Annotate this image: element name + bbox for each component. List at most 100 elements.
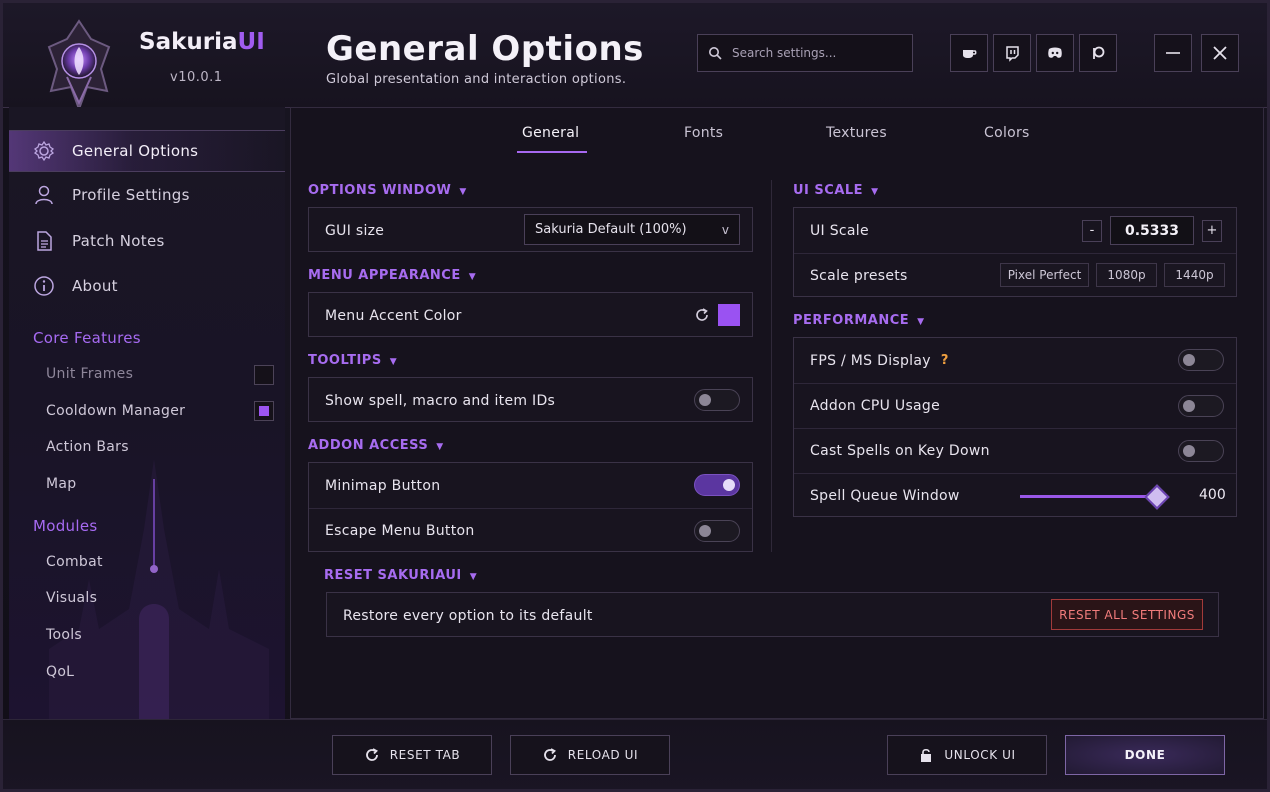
menu-accent-label: Menu Accent Color bbox=[325, 307, 462, 324]
options-window-panel: GUI size Sakuria Default (100%) v bbox=[308, 207, 753, 252]
sidebar-item-label: About bbox=[72, 277, 118, 295]
ui-scale-value[interactable]: 0.5333 bbox=[1110, 216, 1194, 245]
reset-all-settings-button[interactable]: RESET ALL SETTINGS bbox=[1051, 599, 1203, 630]
ui-scale-panel: UI Scale - 0.5333 + Scale presets Pixel … bbox=[793, 207, 1237, 297]
twitch-button[interactable] bbox=[993, 34, 1031, 72]
menu-appearance-header[interactable]: MENU APPEARANCE ▼ bbox=[308, 268, 476, 283]
reload-ui-button[interactable]: RELOAD UI bbox=[510, 735, 670, 775]
gui-size-select[interactable]: Sakuria Default (100%) v bbox=[524, 214, 740, 245]
scale-presets-row: Scale presets Pixel Perfect 1080p 1440p bbox=[794, 253, 1236, 298]
reset-color-icon[interactable] bbox=[694, 307, 710, 323]
done-button[interactable]: DONE bbox=[1065, 735, 1225, 775]
fps-display-row: FPS / MS Display ? bbox=[794, 338, 1236, 383]
spell-queue-slider-thumb[interactable] bbox=[1144, 484, 1171, 510]
reset-label: Restore every option to its default bbox=[343, 607, 593, 624]
coffee-button[interactable] bbox=[950, 34, 988, 72]
reset-header[interactable]: RESET SAKURIAUI ▼ bbox=[324, 568, 477, 583]
accent-color-swatch[interactable] bbox=[718, 304, 740, 326]
tab-textures[interactable]: Textures bbox=[826, 125, 887, 141]
ui-scale-increase-button[interactable]: + bbox=[1202, 219, 1222, 242]
unlock-ui-button[interactable]: UNLOCK UI bbox=[887, 735, 1047, 775]
sidebar-item-combat[interactable]: Combat bbox=[46, 554, 103, 570]
preset-1080p-button[interactable]: 1080p bbox=[1096, 263, 1157, 287]
search-icon bbox=[709, 47, 722, 60]
document-icon bbox=[33, 230, 55, 252]
done-label: DONE bbox=[1124, 748, 1166, 762]
unit-frames-checkbox[interactable] bbox=[254, 365, 274, 385]
help-icon[interactable]: ? bbox=[941, 353, 949, 368]
tab-fonts[interactable]: Fonts bbox=[684, 125, 723, 141]
ui-scale-header[interactable]: UI SCALE ▼ bbox=[793, 183, 878, 198]
sakuria-logo bbox=[47, 19, 111, 112]
key-down-row: Cast Spells on Key Down bbox=[794, 428, 1236, 473]
chevron-down-icon: ▼ bbox=[389, 357, 398, 367]
sidebar-item-cooldown-manager[interactable]: Cooldown Manager bbox=[46, 403, 185, 419]
reset-tab-label: RESET TAB bbox=[389, 748, 461, 762]
options-window-header[interactable]: OPTIONS WINDOW ▼ bbox=[308, 183, 467, 198]
page-title: General Options bbox=[326, 29, 644, 69]
performance-header[interactable]: PERFORMANCE ▼ bbox=[793, 313, 925, 328]
escape-menu-row: Escape Menu Button bbox=[309, 508, 752, 553]
refresh-icon bbox=[365, 748, 378, 761]
core-features-title: Core Features bbox=[33, 329, 141, 347]
search-input[interactable] bbox=[730, 45, 904, 61]
refresh-icon bbox=[543, 748, 556, 761]
escape-menu-toggle[interactable] bbox=[694, 520, 740, 542]
addon-access-header[interactable]: ADDON ACCESS ▼ bbox=[308, 438, 444, 453]
discord-icon bbox=[1048, 47, 1062, 58]
gui-size-label: GUI size bbox=[325, 222, 385, 239]
reload-ui-label: RELOAD UI bbox=[567, 748, 639, 762]
header-bar: SakuriaUI v10.0.1 General Options Global… bbox=[3, 3, 1267, 112]
discord-button[interactable] bbox=[1036, 34, 1074, 72]
app-version: v10.0.1 bbox=[170, 70, 223, 85]
sidebar-item-action-bars[interactable]: Action Bars bbox=[46, 439, 129, 455]
show-ids-label: Show spell, macro and item IDs bbox=[325, 392, 556, 409]
info-icon bbox=[33, 275, 55, 297]
tab-general[interactable]: General bbox=[522, 125, 579, 141]
lock-icon bbox=[921, 748, 932, 762]
ui-scale-label: UI Scale bbox=[810, 222, 869, 239]
cpu-usage-toggle[interactable] bbox=[1178, 395, 1224, 417]
tooltips-header[interactable]: TOOLTIPS ▼ bbox=[308, 353, 397, 368]
active-tab-indicator bbox=[517, 151, 587, 153]
sidebar-item-qol[interactable]: QoL bbox=[46, 664, 74, 680]
cpu-usage-label: Addon CPU Usage bbox=[810, 398, 941, 414]
minimize-button[interactable] bbox=[1154, 34, 1192, 72]
sidebar-item-label: Profile Settings bbox=[72, 186, 190, 204]
menu-appearance-panel: Menu Accent Color bbox=[308, 292, 753, 337]
sidebar-item-profile-settings[interactable]: Profile Settings bbox=[9, 175, 285, 215]
sidebar-item-general-options[interactable]: General Options bbox=[9, 130, 285, 172]
sidebar-item-about[interactable]: About bbox=[9, 266, 285, 306]
dropdown-arrow: v bbox=[721, 222, 729, 237]
sidebar-item-patch-notes[interactable]: Patch Notes bbox=[9, 221, 285, 261]
minimap-row: Minimap Button bbox=[309, 463, 752, 508]
sidebar-item-visuals[interactable]: Visuals bbox=[46, 590, 97, 606]
fps-display-toggle[interactable] bbox=[1178, 349, 1224, 371]
sidebar-item-tools[interactable]: Tools bbox=[46, 627, 82, 643]
show-ids-toggle[interactable] bbox=[694, 389, 740, 411]
sidebar-item-unit-frames[interactable]: Unit Frames bbox=[46, 366, 133, 382]
spell-queue-slider-fill bbox=[1020, 495, 1156, 498]
main-panel: General Fonts Textures Colors OPTIONS WI… bbox=[290, 107, 1264, 719]
ui-scale-decrease-button[interactable]: - bbox=[1082, 219, 1102, 242]
preset-pixel-perfect-button[interactable]: Pixel Perfect bbox=[1000, 263, 1089, 287]
performance-panel: FPS / MS Display ? Addon CPU Usage Cast … bbox=[793, 337, 1237, 517]
close-button[interactable] bbox=[1201, 34, 1239, 72]
minimize-icon bbox=[1166, 52, 1180, 54]
tab-colors[interactable]: Colors bbox=[984, 125, 1030, 141]
cpu-usage-row: Addon CPU Usage bbox=[794, 383, 1236, 428]
cooldown-manager-checkbox[interactable] bbox=[254, 401, 274, 421]
sidebar-item-map[interactable]: Map bbox=[46, 476, 76, 492]
search-box[interactable] bbox=[697, 34, 913, 72]
preset-1440p-button[interactable]: 1440p bbox=[1164, 263, 1225, 287]
reset-tab-button[interactable]: RESET TAB bbox=[332, 735, 492, 775]
coffee-icon bbox=[963, 50, 977, 58]
user-icon bbox=[33, 184, 55, 206]
key-down-toggle[interactable] bbox=[1178, 440, 1224, 462]
minimap-toggle[interactable] bbox=[694, 474, 740, 496]
chevron-down-icon: ▼ bbox=[468, 272, 477, 282]
chevron-down-icon: ▼ bbox=[436, 442, 444, 452]
gui-size-value: Sakuria Default (100%) bbox=[535, 222, 687, 237]
chevron-down-icon: ▼ bbox=[469, 572, 478, 582]
patreon-button[interactable] bbox=[1079, 34, 1117, 72]
